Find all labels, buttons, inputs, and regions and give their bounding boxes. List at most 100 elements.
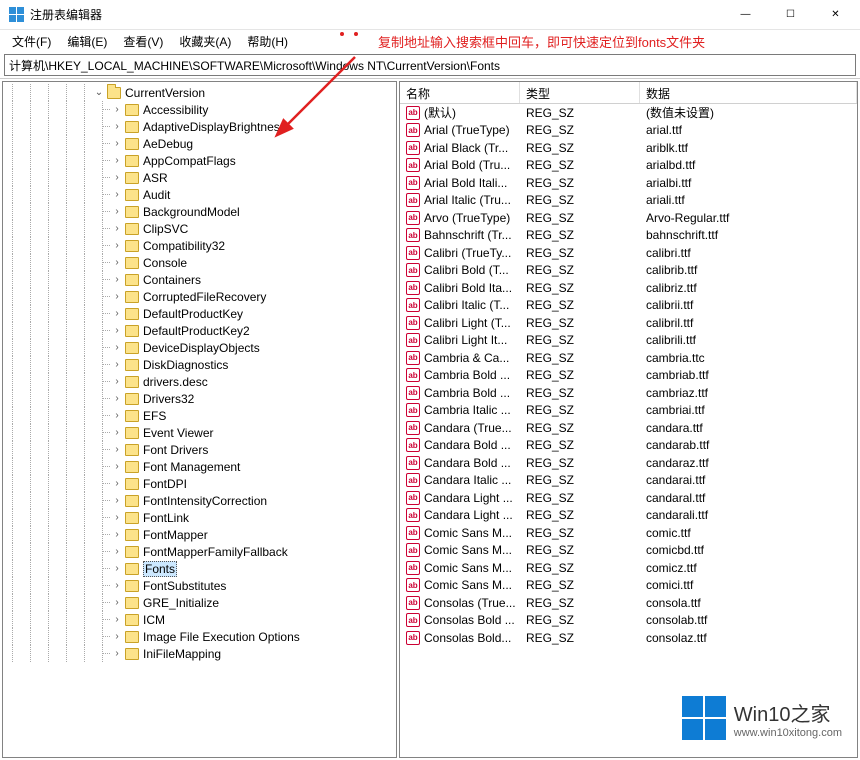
list-row[interactable]: abCandara Bold ...REG_SZcandaraz.ttf bbox=[400, 454, 857, 472]
tree-item[interactable]: ›Drivers32 bbox=[3, 390, 396, 407]
menu-edit[interactable]: 编辑(E) bbox=[59, 31, 115, 52]
tree-item[interactable]: ›FontSubstitutes bbox=[3, 577, 396, 594]
list-row[interactable]: abArial Italic (Tru...REG_SZariali.ttf bbox=[400, 192, 857, 210]
tree-item[interactable]: ›Fonts bbox=[3, 560, 396, 577]
tree-item[interactable]: ›Console bbox=[3, 254, 396, 271]
list-row[interactable]: abCambria & Ca...REG_SZcambria.ttc bbox=[400, 349, 857, 367]
list-row[interactable]: abCandara Italic ...REG_SZcandarai.ttf bbox=[400, 472, 857, 490]
list-row[interactable]: abCalibri Bold Ita...REG_SZcalibriz.ttf bbox=[400, 279, 857, 297]
list-row[interactable]: abArial Bold (Tru...REG_SZarialbd.ttf bbox=[400, 157, 857, 175]
chevron-right-icon[interactable]: › bbox=[111, 546, 123, 557]
tree-item[interactable]: ›ICM bbox=[3, 611, 396, 628]
tree-item-currentversion[interactable]: ⌄CurrentVersion bbox=[3, 84, 396, 101]
tree-item[interactable]: ›DefaultProductKey2 bbox=[3, 322, 396, 339]
list-row[interactable]: abCandara Bold ...REG_SZcandarab.ttf bbox=[400, 437, 857, 455]
chevron-right-icon[interactable]: › bbox=[111, 427, 123, 438]
chevron-right-icon[interactable]: › bbox=[111, 631, 123, 642]
tree-item[interactable]: ›ClipSVC bbox=[3, 220, 396, 237]
tree-item[interactable]: ›DeviceDisplayObjects bbox=[3, 339, 396, 356]
list-row[interactable]: abCalibri Light It...REG_SZcalibrili.ttf bbox=[400, 332, 857, 350]
tree-item[interactable]: ›Compatibility32 bbox=[3, 237, 396, 254]
list-row[interactable]: abConsolas Bold...REG_SZconsolaz.ttf bbox=[400, 629, 857, 647]
menu-view[interactable]: 查看(V) bbox=[115, 31, 171, 52]
tree-item[interactable]: ›GRE_Initialize bbox=[3, 594, 396, 611]
chevron-right-icon[interactable]: › bbox=[111, 376, 123, 387]
list-row[interactable]: abCambria Italic ...REG_SZcambriai.ttf bbox=[400, 402, 857, 420]
list-row[interactable]: abConsolas Bold ...REG_SZconsolab.ttf bbox=[400, 612, 857, 630]
tree-item[interactable]: ›EFS bbox=[3, 407, 396, 424]
chevron-right-icon[interactable]: › bbox=[111, 597, 123, 608]
list-row[interactable]: abCalibri (TrueTy...REG_SZcalibri.ttf bbox=[400, 244, 857, 262]
tree-item[interactable]: ›DiskDiagnostics bbox=[3, 356, 396, 373]
tree-item[interactable]: ›FontMapperFamilyFallback bbox=[3, 543, 396, 560]
chevron-right-icon[interactable]: › bbox=[111, 325, 123, 336]
minimize-button[interactable]: — bbox=[723, 1, 768, 29]
tree-item[interactable]: ›DefaultProductKey bbox=[3, 305, 396, 322]
chevron-right-icon[interactable]: › bbox=[111, 461, 123, 472]
chevron-right-icon[interactable]: › bbox=[111, 155, 123, 166]
chevron-right-icon[interactable]: › bbox=[111, 359, 123, 370]
tree-item[interactable]: ›drivers.desc bbox=[3, 373, 396, 390]
menu-help[interactable]: 帮助(H) bbox=[239, 31, 296, 52]
list-row[interactable]: abConsolas (True...REG_SZconsola.ttf bbox=[400, 594, 857, 612]
tree-item[interactable]: ›BackgroundModel bbox=[3, 203, 396, 220]
tree-pane[interactable]: ⌄CurrentVersion›Accessibility›AdaptiveDi… bbox=[2, 81, 397, 758]
list-body[interactable]: ab(默认)REG_SZ(数值未设置)abArial (TrueType)REG… bbox=[400, 104, 857, 757]
list-row[interactable]: abArial Black (Tr...REG_SZariblk.ttf bbox=[400, 139, 857, 157]
tree-item[interactable]: ›Containers bbox=[3, 271, 396, 288]
list-row[interactable]: abCalibri Light (T...REG_SZcalibril.ttf bbox=[400, 314, 857, 332]
chevron-right-icon[interactable]: › bbox=[111, 223, 123, 234]
chevron-right-icon[interactable]: › bbox=[111, 257, 123, 268]
chevron-right-icon[interactable]: › bbox=[111, 240, 123, 251]
tree-item[interactable]: ›AeDebug bbox=[3, 135, 396, 152]
chevron-right-icon[interactable]: › bbox=[111, 291, 123, 302]
tree-item[interactable]: ›ASR bbox=[3, 169, 396, 186]
chevron-right-icon[interactable]: › bbox=[111, 614, 123, 625]
address-bar[interactable]: 计算机\HKEY_LOCAL_MACHINE\SOFTWARE\Microsof… bbox=[4, 54, 856, 76]
chevron-right-icon[interactable]: › bbox=[111, 529, 123, 540]
chevron-right-icon[interactable]: › bbox=[111, 512, 123, 523]
close-button[interactable]: ✕ bbox=[813, 1, 858, 29]
chevron-right-icon[interactable]: › bbox=[111, 172, 123, 183]
chevron-right-icon[interactable]: › bbox=[111, 121, 123, 132]
tree-item[interactable]: ›Audit bbox=[3, 186, 396, 203]
chevron-right-icon[interactable]: › bbox=[111, 580, 123, 591]
list-row[interactable]: abCandara Light ...REG_SZcandaral.ttf bbox=[400, 489, 857, 507]
list-row[interactable]: abCalibri Bold (T...REG_SZcalibrib.ttf bbox=[400, 262, 857, 280]
list-row[interactable]: abComic Sans M...REG_SZcomic.ttf bbox=[400, 524, 857, 542]
tree-item[interactable]: ›Font Management bbox=[3, 458, 396, 475]
list-row[interactable]: abComic Sans M...REG_SZcomicbd.ttf bbox=[400, 542, 857, 560]
chevron-right-icon[interactable]: › bbox=[111, 478, 123, 489]
chevron-right-icon[interactable]: › bbox=[111, 393, 123, 404]
tree-item[interactable]: ›FontDPI bbox=[3, 475, 396, 492]
chevron-right-icon[interactable]: › bbox=[111, 206, 123, 217]
chevron-right-icon[interactable]: › bbox=[111, 495, 123, 506]
tree-item[interactable]: ›Font Drivers bbox=[3, 441, 396, 458]
col-header-data[interactable]: 数据 bbox=[640, 82, 857, 103]
list-row[interactable]: abComic Sans M...REG_SZcomici.ttf bbox=[400, 577, 857, 595]
list-row[interactable]: abComic Sans M...REG_SZcomicz.ttf bbox=[400, 559, 857, 577]
col-header-name[interactable]: 名称 bbox=[400, 82, 520, 103]
tree-item[interactable]: ›IniFileMapping bbox=[3, 645, 396, 662]
menu-favorites[interactable]: 收藏夹(A) bbox=[171, 31, 239, 52]
tree-item[interactable]: ›AppCompatFlags bbox=[3, 152, 396, 169]
list-row[interactable]: abCambria Bold ...REG_SZcambriaz.ttf bbox=[400, 384, 857, 402]
list-row[interactable]: abCambria Bold ...REG_SZcambriab.ttf bbox=[400, 367, 857, 385]
chevron-right-icon[interactable]: › bbox=[111, 410, 123, 421]
tree-item[interactable]: ›Image File Execution Options bbox=[3, 628, 396, 645]
tree-item[interactable]: ›Event Viewer bbox=[3, 424, 396, 441]
chevron-right-icon[interactable]: › bbox=[111, 138, 123, 149]
col-header-type[interactable]: 类型 bbox=[520, 82, 640, 103]
list-row[interactable]: abArial (TrueType)REG_SZarial.ttf bbox=[400, 122, 857, 140]
list-row[interactable]: abBahnschrift (Tr...REG_SZbahnschrift.tt… bbox=[400, 227, 857, 245]
chevron-right-icon[interactable]: › bbox=[111, 104, 123, 115]
list-row[interactable]: abCandara Light ...REG_SZcandarali.ttf bbox=[400, 507, 857, 525]
chevron-right-icon[interactable]: › bbox=[111, 308, 123, 319]
tree-item[interactable]: ›CorruptedFileRecovery bbox=[3, 288, 396, 305]
tree-item[interactable]: ›FontIntensityCorrection bbox=[3, 492, 396, 509]
chevron-right-icon[interactable]: › bbox=[111, 648, 123, 659]
list-row[interactable]: abCandara (True...REG_SZcandara.ttf bbox=[400, 419, 857, 437]
list-row[interactable]: ab(默认)REG_SZ(数值未设置) bbox=[400, 104, 857, 122]
chevron-right-icon[interactable]: › bbox=[111, 189, 123, 200]
chevron-right-icon[interactable]: › bbox=[111, 342, 123, 353]
